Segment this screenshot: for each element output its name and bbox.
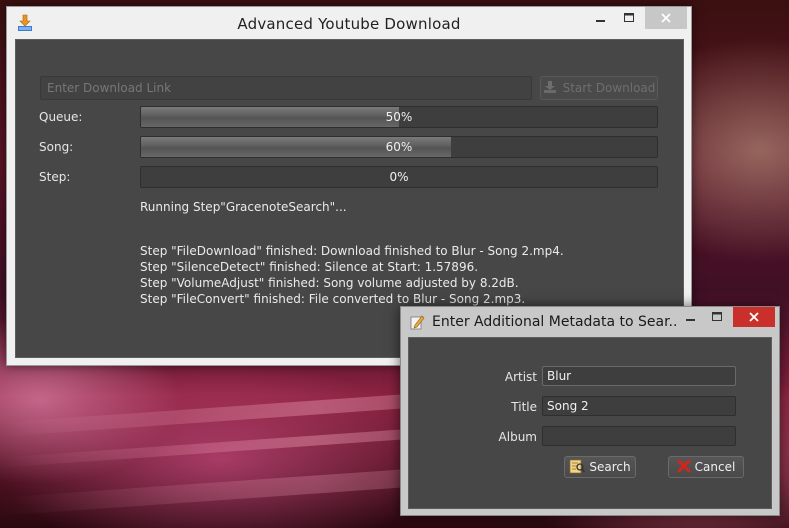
maximize-icon [624, 13, 634, 22]
dialog-titlebar[interactable]: Enter Additional Metadata to Sear... [401, 307, 779, 337]
dialog-title: Enter Additional Metadata to Sear... [432, 314, 677, 330]
start-download-button[interactable]: Start Download [540, 76, 658, 100]
log-line: Step "SilenceDetect" finished: Silence a… [140, 260, 479, 274]
dialog-minimize-button[interactable] [677, 307, 705, 327]
maximize-button[interactable] [615, 7, 643, 29]
title-label: Title [511, 400, 537, 414]
queue-progress-bar: 50% [140, 106, 658, 128]
cancel-label: Cancel [694, 460, 736, 474]
title-input[interactable] [542, 396, 736, 416]
status-text: Running Step"GracenoteSearch"... [140, 200, 347, 214]
search-button[interactable]: Search [564, 456, 636, 478]
artist-input[interactable] [542, 366, 736, 386]
maximize-icon [712, 312, 722, 321]
song-percent: 60% [385, 140, 413, 154]
log-line: Step "FileConvert" finished: File conver… [140, 292, 526, 306]
step-percent: 0% [389, 170, 409, 184]
queue-label: Queue: [39, 110, 83, 124]
dialog-close-button[interactable] [733, 307, 775, 327]
log-line: Step "VolumeAdjust" finished: Song volum… [140, 276, 519, 290]
close-button[interactable] [645, 7, 687, 29]
close-icon [661, 13, 671, 23]
dialog-client-area: Artist Title Album Search C [408, 337, 772, 509]
step-label: Step: [39, 170, 71, 184]
album-label: Album [498, 430, 537, 444]
minimize-button[interactable] [587, 7, 615, 29]
download-icon [543, 80, 557, 97]
main-titlebar[interactable]: Advanced Youtube Download [7, 7, 691, 39]
search-notes-icon [569, 458, 586, 477]
minimize-icon [596, 20, 605, 22]
dialog-maximize-button[interactable] [703, 307, 731, 327]
step-log: Step "FileDownload" finished: Download f… [140, 243, 564, 307]
start-download-label: Start Download [562, 81, 656, 95]
download-link-input[interactable] [40, 76, 532, 100]
queue-percent: 50% [385, 110, 413, 124]
artist-label: Artist [504, 370, 537, 384]
song-progress-bar: 60% [140, 136, 658, 158]
metadata-dialog: Enter Additional Metadata to Sear... Art… [400, 306, 780, 516]
red-x-icon [677, 459, 691, 476]
song-label: Song: [39, 140, 74, 154]
minimize-icon [686, 319, 695, 321]
pencil-note-icon [409, 314, 425, 330]
search-label: Search [589, 460, 631, 474]
close-icon [749, 312, 759, 322]
step-progress-bar: 0% [140, 166, 658, 188]
log-line: Step "FileDownload" finished: Download f… [140, 244, 564, 258]
cancel-button[interactable]: Cancel [668, 456, 744, 478]
album-input[interactable] [542, 426, 736, 446]
